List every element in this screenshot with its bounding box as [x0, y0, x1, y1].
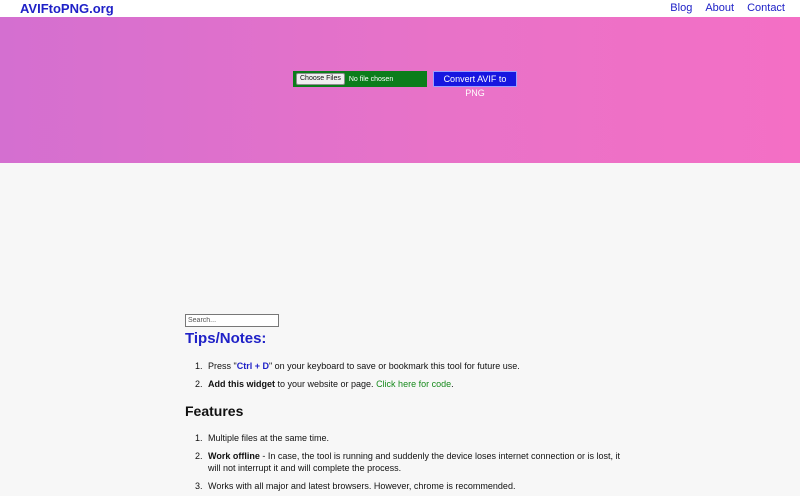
- tip-text-after: " on your keyboard to save or bookmark t…: [268, 361, 520, 371]
- file-input[interactable]: Choose Files No file chosen: [293, 71, 427, 87]
- list-item: 1. Press "Ctrl + D" on your keyboard to s…: [195, 360, 520, 372]
- convert-button[interactable]: Convert AVIF to PNG: [433, 71, 517, 98]
- list-item: 2. Work offline - In case, the tool is ru…: [195, 450, 625, 474]
- brand-logo-link[interactable]: AVIFtoPNG.org: [20, 1, 114, 16]
- features-heading: Features: [185, 403, 244, 419]
- feature-text: Works with all major and latest browsers…: [208, 481, 516, 491]
- list-item: 1. Multiple files at the same time.: [195, 432, 625, 444]
- feature-text: - In case, the tool is running and sudde…: [208, 451, 621, 473]
- hero-banner: Choose Files No file chosen Convert AVIF…: [0, 17, 800, 163]
- nav-about-link[interactable]: About: [705, 2, 734, 14]
- list-number: 3.: [195, 481, 203, 491]
- feature-text: Multiple files at the same time.: [208, 433, 330, 443]
- feature-bold: Work offline: [208, 451, 260, 461]
- widget-end: .: [451, 379, 454, 389]
- list-number: 1.: [195, 361, 203, 371]
- nav-contact-link[interactable]: Contact: [747, 2, 785, 14]
- nav-blog-link[interactable]: Blog: [670, 2, 692, 14]
- features-list: 1. Multiple files at the same time. 2. Wor…: [195, 432, 625, 496]
- list-number: 2.: [195, 451, 203, 461]
- shortcut-key: Ctrl + D: [236, 361, 269, 371]
- list-item: 2. Add this widget to your website or pag…: [195, 378, 520, 390]
- search-input[interactable]: [185, 314, 279, 327]
- list-item: 3. Works with all major and latest browse…: [195, 480, 625, 492]
- widget-label: Add this widget: [208, 379, 275, 389]
- list-number: 1.: [195, 433, 203, 443]
- top-navbar: AVIFtoPNG.org Blog About Contact: [0, 0, 800, 17]
- tips-heading: Tips/Notes:: [185, 330, 267, 347]
- file-status-text: No file chosen: [348, 75, 394, 83]
- list-number: 2.: [195, 379, 203, 389]
- nav-links: Blog About Contact: [670, 2, 785, 14]
- widget-text: to your website or page.: [275, 379, 377, 389]
- choose-files-button[interactable]: Choose Files: [296, 73, 345, 85]
- tips-list: 1. Press "Ctrl + D" on your keyboard to s…: [195, 360, 520, 396]
- tip-text-before: Press ": [208, 361, 237, 371]
- widget-code-link[interactable]: Click here for code: [376, 379, 451, 389]
